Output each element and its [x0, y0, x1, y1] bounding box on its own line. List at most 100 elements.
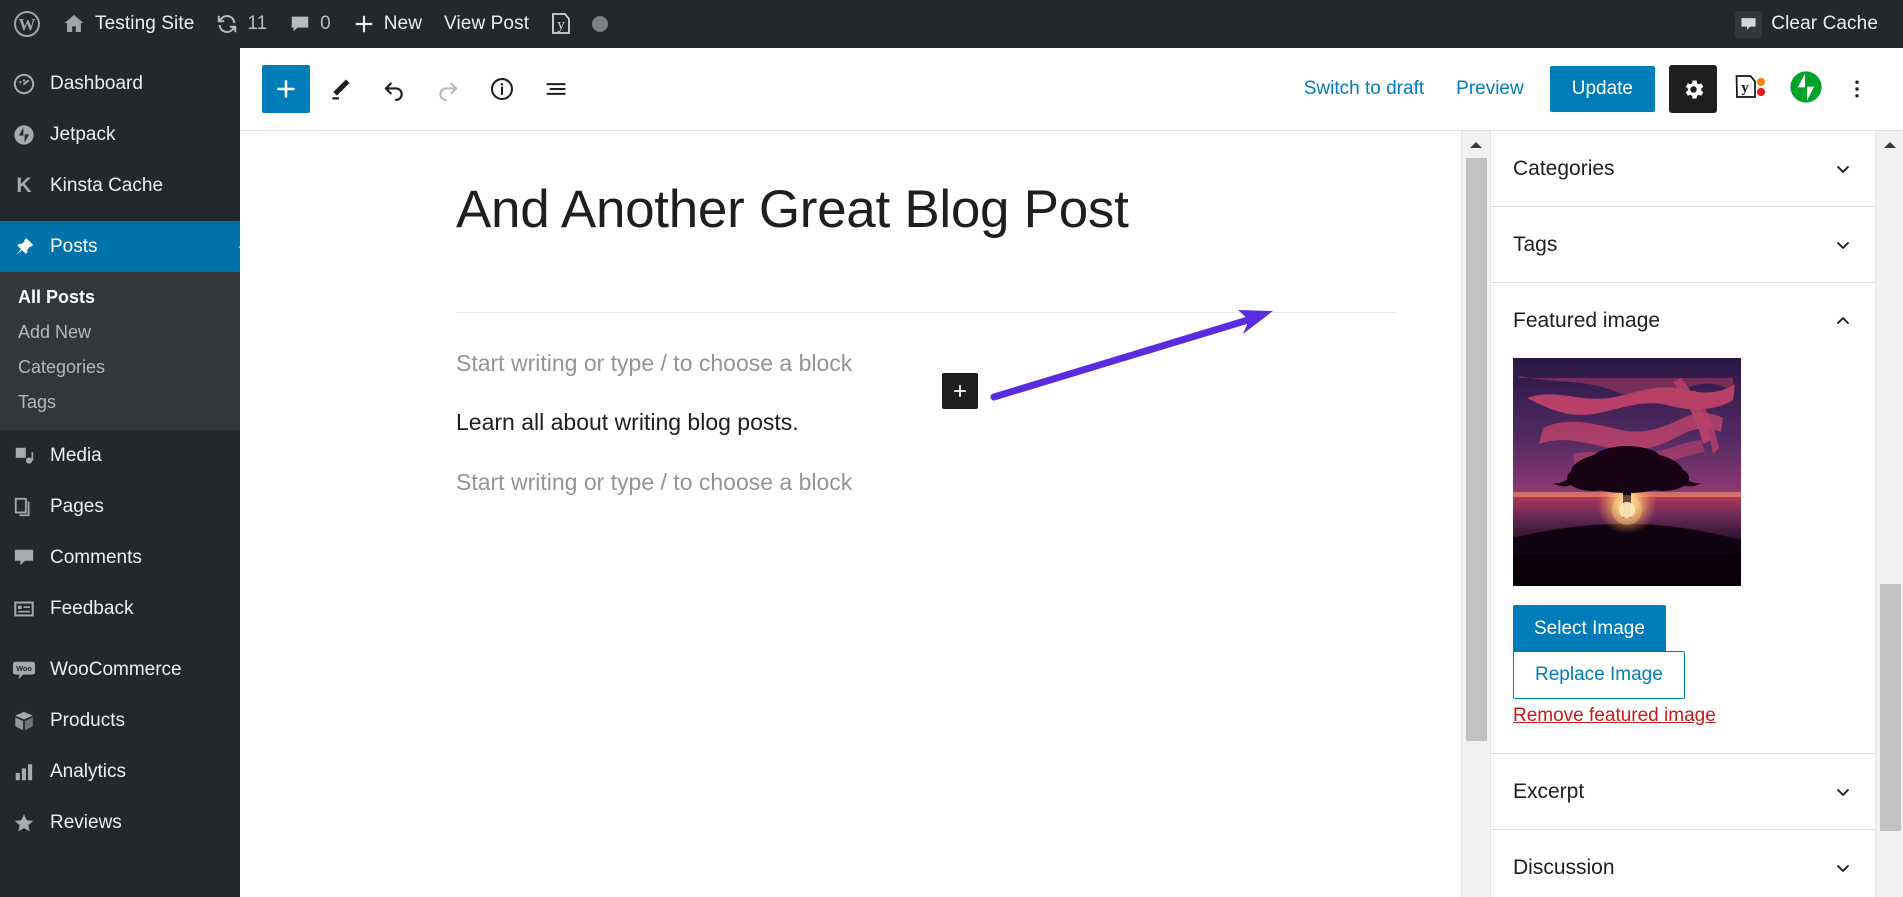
- panel-featured-image: Featured image Select Image Replace Imag…: [1491, 283, 1875, 754]
- products-box-icon: [12, 709, 36, 733]
- wp-logo-menu[interactable]: W: [0, 0, 51, 48]
- more-options-button[interactable]: [1833, 65, 1881, 113]
- tools-pencil-button[interactable]: [316, 65, 364, 113]
- plus-icon: [353, 13, 375, 35]
- submenu-item-all-posts[interactable]: All Posts: [0, 280, 240, 315]
- new-label: New: [383, 13, 423, 34]
- details-info-button[interactable]: [478, 65, 526, 113]
- sidebar-item-reviews[interactable]: Reviews: [0, 797, 240, 848]
- pages-icon: [12, 495, 36, 519]
- panel-excerpt: Excerpt: [1491, 754, 1875, 830]
- chevron-down-icon[interactable]: [1833, 235, 1853, 255]
- view-post-link[interactable]: View Post: [433, 0, 540, 48]
- paragraph-block-1[interactable]: Learn all about writing blog posts.: [456, 405, 1396, 440]
- new-content-menu[interactable]: New: [342, 0, 433, 48]
- comment-bubble-icon: [12, 546, 36, 570]
- site-name-label: Testing Site: [95, 13, 195, 34]
- clear-cache-icon: [1735, 10, 1763, 38]
- yoast-seo-button[interactable]: y: [1727, 66, 1773, 112]
- sidebar-item-label: Reviews: [50, 811, 122, 833]
- panel-header-tags[interactable]: Tags: [1491, 207, 1875, 282]
- list-view-button[interactable]: [532, 65, 580, 113]
- panel-title: Discussion: [1513, 855, 1615, 879]
- editor-header-toolbar: Switch to draft Preview Update y: [240, 48, 1903, 131]
- sidebar-item-label: Posts: [50, 235, 98, 257]
- scrollbar-thumb[interactable]: [1880, 584, 1901, 831]
- chevron-down-icon[interactable]: [1833, 858, 1853, 878]
- panel-tags: Tags: [1491, 207, 1875, 283]
- editor-canvas[interactable]: And Another Great Blog Post Start writin…: [240, 131, 1461, 897]
- panel-header-excerpt[interactable]: Excerpt: [1491, 754, 1875, 829]
- undo-button[interactable]: [370, 65, 418, 113]
- featured-image-thumbnail[interactable]: [1513, 358, 1741, 586]
- chevron-down-icon[interactable]: [1833, 782, 1853, 802]
- yoast-adminbar-menu[interactable]: y: [540, 0, 582, 48]
- post-title-field[interactable]: And Another Great Blog Post: [456, 180, 1396, 239]
- redo-button[interactable]: [424, 65, 472, 113]
- sidebar-item-label: Dashboard: [50, 72, 143, 94]
- feedback-icon: [12, 597, 36, 621]
- post-settings-sidebar: Categories Tags Featured image Select Im…: [1490, 131, 1875, 897]
- comments-menu[interactable]: 0: [278, 0, 342, 48]
- remove-featured-image-link[interactable]: Remove featured image: [1513, 705, 1853, 727]
- panel-header-categories[interactable]: Categories: [1491, 131, 1875, 206]
- analytics-bars-icon: [12, 760, 36, 784]
- sidebar-item-feedback[interactable]: Feedback: [0, 583, 240, 634]
- submenu-item-categories[interactable]: Categories: [0, 350, 240, 385]
- preview-button[interactable]: Preview: [1442, 67, 1538, 111]
- sidebar-item-products[interactable]: Products: [0, 695, 240, 746]
- replace-image-button[interactable]: Replace Image: [1513, 651, 1685, 699]
- kinsta-k-icon: K: [16, 173, 32, 197]
- settings-gear-button[interactable]: [1669, 65, 1717, 113]
- scrollbar-up-arrow-icon[interactable]: [1470, 136, 1482, 148]
- sidebar-item-label: Kinsta Cache: [50, 174, 164, 196]
- jetpack-button[interactable]: [1783, 66, 1829, 112]
- settings-sidebar-scrollbar[interactable]: [1875, 131, 1903, 897]
- select-image-button[interactable]: Select Image: [1513, 605, 1666, 653]
- paragraph-block-placeholder-2[interactable]: Start writing or type / to choose a bloc…: [456, 465, 1396, 500]
- paragraph-block-placeholder-1[interactable]: Start writing or type / to choose a bloc…: [456, 346, 1396, 381]
- panel-title: Categories: [1513, 156, 1615, 180]
- panel-header-discussion[interactable]: Discussion: [1491, 830, 1875, 897]
- sidebar-item-woocommerce[interactable]: Woo WooCommerce: [0, 644, 240, 695]
- sidebar-item-kinsta-cache[interactable]: K Kinsta Cache: [0, 160, 240, 211]
- sidebar-item-comments[interactable]: Comments: [0, 532, 240, 583]
- title-divider: [456, 312, 1396, 313]
- status-dot-icon: [592, 16, 609, 32]
- site-name-menu[interactable]: Testing Site: [51, 0, 205, 48]
- submenu-item-tags[interactable]: Tags: [0, 385, 240, 420]
- svg-text:Woo: Woo: [16, 663, 32, 672]
- sidebar-item-label: Products: [50, 709, 125, 731]
- sidebar-item-dashboard[interactable]: Dashboard: [0, 58, 240, 109]
- woocommerce-icon: Woo: [12, 658, 36, 682]
- editor-vertical-scrollbar[interactable]: [1461, 131, 1490, 897]
- scrollbar-up-arrow-icon[interactable]: [1883, 136, 1896, 148]
- sidebar-item-pages[interactable]: Pages: [0, 481, 240, 532]
- inline-block-inserter[interactable]: [942, 373, 978, 409]
- sidebar-item-posts[interactable]: Posts: [0, 221, 248, 272]
- chevron-up-icon[interactable]: [1833, 311, 1853, 331]
- add-block-button[interactable]: [262, 65, 310, 113]
- sidebar-item-media[interactable]: Media: [0, 430, 240, 481]
- comment-bubble-icon: [289, 13, 311, 35]
- switch-to-draft-button[interactable]: Switch to draft: [1290, 67, 1438, 111]
- sidebar-item-jetpack[interactable]: Jetpack: [0, 109, 240, 160]
- status-dot-menu[interactable]: [582, 0, 618, 48]
- clear-cache-menu[interactable]: Clear Cache: [1724, 0, 1903, 48]
- yoast-seo-icon: y: [549, 11, 573, 37]
- updates-menu[interactable]: 11: [205, 0, 278, 48]
- sidebar-item-label: Feedback: [50, 597, 134, 619]
- panel-header-featured-image[interactable]: Featured image: [1491, 283, 1875, 358]
- update-button[interactable]: Update: [1549, 66, 1655, 112]
- sidebar-item-label: WooCommerce: [50, 658, 182, 680]
- chevron-down-icon[interactable]: [1833, 159, 1853, 179]
- clear-cache-label: Clear Cache: [1771, 13, 1878, 34]
- comments-count: 0: [320, 13, 331, 34]
- submenu-item-add-new[interactable]: Add New: [0, 315, 240, 350]
- editor-toolbar-left: [262, 65, 580, 113]
- scrollbar-thumb[interactable]: [1466, 158, 1487, 741]
- sidebar-item-label: Media: [50, 444, 102, 466]
- sidebar-item-analytics[interactable]: Analytics: [0, 746, 240, 797]
- panel-title: Tags: [1513, 232, 1558, 256]
- yoast-seo-icon: y: [1733, 72, 1767, 107]
